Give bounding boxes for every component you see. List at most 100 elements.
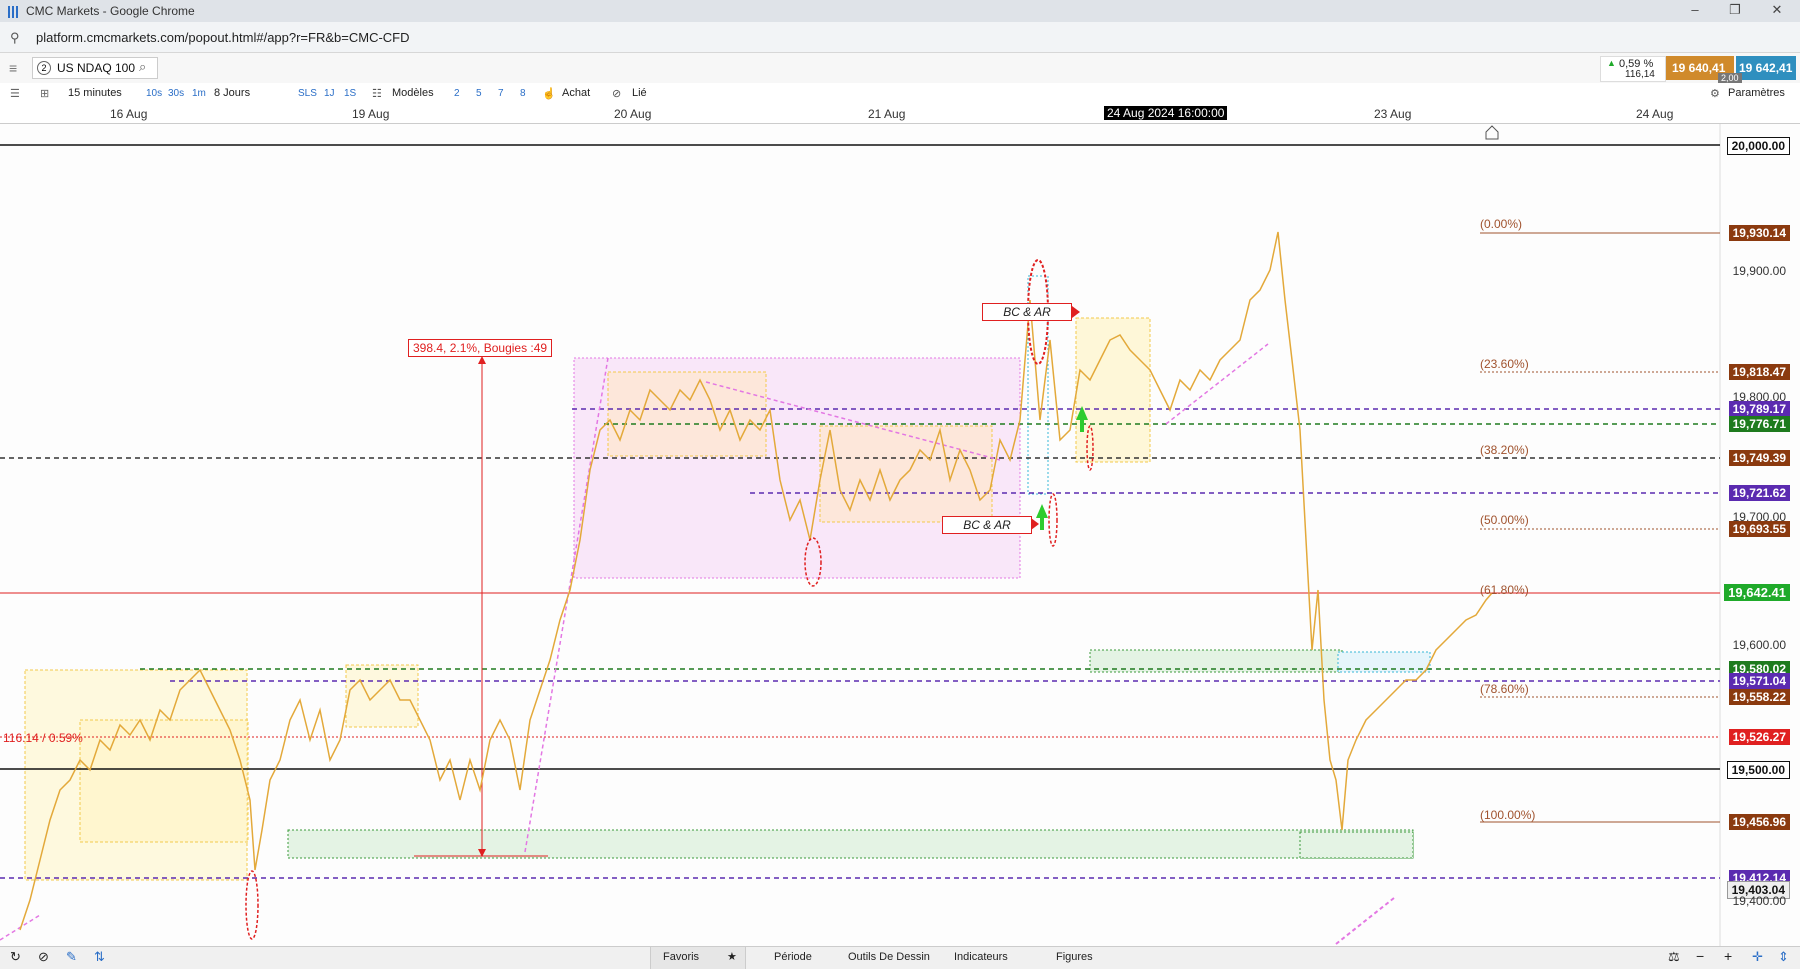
bc-ar-text: BC & AR bbox=[1003, 305, 1051, 319]
crosshair-icon[interactable]: ✛ bbox=[1752, 949, 1763, 965]
url-text[interactable]: platform.cmcmarkets.com/popout.html#/app… bbox=[36, 30, 410, 45]
gear-icon[interactable]: ⚙ bbox=[1710, 87, 1720, 100]
pencil-icon[interactable]: ✎ bbox=[66, 949, 77, 965]
tag-19500: 19,500.00 bbox=[1726, 761, 1790, 779]
app-icon bbox=[8, 5, 18, 18]
site-settings-icon[interactable]: ⚲ bbox=[10, 30, 20, 46]
buy-price: 19 642,41 bbox=[1739, 61, 1793, 75]
star-icon: ★ bbox=[727, 951, 737, 963]
tag-19749: 19,749.39 bbox=[1728, 450, 1790, 466]
menu-icon[interactable]: ≡ bbox=[9, 60, 17, 76]
measure-label[interactable]: 398.4, 2.1%, Bougies :49 bbox=[408, 339, 553, 357]
support-zone-2 bbox=[1299, 831, 1414, 859]
fib-label: (23.60%) bbox=[1480, 357, 1529, 371]
close-icon[interactable]: ✕ bbox=[1762, 2, 1792, 18]
period-1m[interactable]: 1m bbox=[192, 88, 206, 99]
tag-19721: 19,721.62 bbox=[1728, 485, 1790, 501]
timeframe-select[interactable]: 15 minutes bbox=[68, 87, 122, 99]
favorites-tab[interactable]: Favoris ★ bbox=[650, 947, 746, 969]
layout-badge: 2 bbox=[37, 61, 51, 75]
tag-19571: 19,571.04 bbox=[1728, 673, 1790, 689]
bottom-toolbar: ↻ ⊘ ✎ ⇅ Favoris ★ Période Outils De Dess… bbox=[0, 946, 1800, 969]
crosshair-date: 24 Aug 2024 16:00:00 bbox=[1104, 106, 1228, 120]
no-entry-icon[interactable]: ⊘ bbox=[38, 949, 49, 965]
fit-icon[interactable]: ⇕ bbox=[1778, 949, 1789, 965]
tag-19642: 19,642.41 bbox=[1724, 584, 1790, 601]
date-label: 16 Aug bbox=[110, 107, 148, 121]
arrows-icon[interactable]: ⇅ bbox=[94, 949, 105, 965]
range-1j[interactable]: 1J bbox=[324, 88, 335, 99]
accumulation-zone-2 bbox=[79, 719, 249, 843]
price-chart[interactable] bbox=[0, 124, 1800, 946]
date-label: 24 Aug bbox=[1636, 107, 1674, 121]
zoom-out-icon[interactable]: − bbox=[1696, 948, 1704, 964]
range-1s[interactable]: 1S bbox=[344, 88, 356, 99]
refresh-icon[interactable]: ↻ bbox=[10, 949, 21, 965]
period-30s[interactable]: 30s bbox=[168, 88, 184, 99]
up-arrow-icon: ▲ bbox=[1607, 58, 1616, 68]
date-label: 20 Aug bbox=[614, 107, 652, 121]
drawing-tools-tab[interactable]: Outils De Dessin bbox=[848, 951, 930, 963]
tag-19456: 19,456.96 bbox=[1728, 814, 1790, 830]
address-bar[interactable]: ⚲ platform.cmcmarkets.com/popout.html#/a… bbox=[0, 22, 1800, 53]
zoom-in-icon[interactable]: + bbox=[1724, 948, 1732, 964]
fib-label: (0.00%) bbox=[1480, 217, 1523, 231]
link-icon[interactable]: ⊘ bbox=[612, 87, 621, 100]
tag-19818: 19,818.47 bbox=[1728, 364, 1790, 380]
indicators-tab[interactable]: Indicateurs bbox=[954, 951, 1008, 963]
change-points: 116,14 bbox=[1625, 69, 1655, 80]
fib-label: (100.00%) bbox=[1480, 808, 1536, 822]
restore-icon[interactable]: ❐ bbox=[1720, 2, 1750, 18]
browser-titlebar: CMC Markets - Google Chrome – ❐ ✕ bbox=[0, 0, 1800, 22]
range-sls[interactable]: SLS bbox=[298, 88, 317, 99]
price-axis[interactable]: 20,000.00 19,930.14 19,900.00 19,818.47 … bbox=[1720, 124, 1800, 946]
minimize-icon[interactable]: – bbox=[1680, 2, 1710, 17]
tag-19930: 19,930.14 bbox=[1728, 225, 1790, 241]
instrument-selector[interactable]: 2 US NDAQ 100 ⌕ bbox=[32, 57, 158, 79]
consolidation-zone bbox=[345, 664, 419, 728]
count-2[interactable]: 2 bbox=[454, 88, 460, 99]
tick-19600: 19,600.00 bbox=[1732, 638, 1786, 652]
models-icon[interactable]: ☷ bbox=[372, 87, 382, 100]
bc-ar-text: BC & AR bbox=[963, 518, 1011, 532]
date-label: 23 Aug bbox=[1374, 107, 1412, 121]
tag-20000: 20,000.00 bbox=[1726, 137, 1790, 155]
range-select[interactable]: 8 Jours bbox=[214, 87, 250, 99]
period-10s[interactable]: 10s bbox=[146, 88, 162, 99]
list-icon[interactable]: ☰ bbox=[10, 87, 20, 100]
tag-19526: 19,526.27 bbox=[1728, 729, 1790, 745]
support-zone bbox=[287, 829, 1414, 859]
period-tab[interactable]: Période bbox=[774, 951, 812, 963]
bc-ar-label-2[interactable]: BC & AR bbox=[942, 516, 1032, 534]
tick-19900: 19,900.00 bbox=[1732, 264, 1786, 278]
figures-tab[interactable]: Figures bbox=[1056, 951, 1093, 963]
scale-icon[interactable]: ⚖ bbox=[1668, 949, 1680, 965]
buy-hand-icon[interactable]: ☝ bbox=[542, 87, 556, 100]
favorites-label: Favoris bbox=[663, 951, 700, 963]
tick-19400: 19,400.00 bbox=[1732, 894, 1786, 908]
search-icon[interactable]: ⌕ bbox=[139, 59, 146, 75]
fib-label: (38.20%) bbox=[1480, 443, 1529, 457]
window-title: CMC Markets - Google Chrome bbox=[26, 4, 195, 18]
spread-value: 2,00 bbox=[1718, 73, 1742, 83]
buy-mode-button[interactable]: Achat bbox=[562, 87, 590, 99]
count-5[interactable]: 5 bbox=[476, 88, 482, 99]
count-8[interactable]: 8 bbox=[520, 88, 526, 99]
bc-ar-label-1[interactable]: BC & AR bbox=[982, 303, 1072, 321]
models-button[interactable]: Modèles bbox=[392, 87, 434, 99]
tag-19558: 19,558.22 bbox=[1728, 689, 1790, 705]
tag-19776: 19,776.71 bbox=[1728, 416, 1790, 432]
tag-19693: 19,693.55 bbox=[1728, 521, 1790, 537]
settings-button[interactable]: Paramètres bbox=[1728, 87, 1785, 99]
count-7[interactable]: 7 bbox=[498, 88, 504, 99]
date-axis: 16 Aug 19 Aug 20 Aug 21 Aug 24 Aug 2024 … bbox=[0, 105, 1800, 124]
change-line-label: 116.14 / 0.59% bbox=[3, 731, 83, 745]
buy-button[interactable]: 19 642,41 bbox=[1736, 56, 1796, 80]
instrument-name: US NDAQ 100 bbox=[57, 61, 136, 75]
fib-label: (61.80%) bbox=[1480, 583, 1529, 597]
linked-button[interactable]: Lié bbox=[632, 87, 647, 99]
instrument-row: ≡ 2 US NDAQ 100 ⌕ ▲ 0,59 % 116,14 19 640… bbox=[0, 53, 1800, 84]
tag-19789: 19,789.17 bbox=[1728, 401, 1790, 417]
layout-icon[interactable]: ⊞ bbox=[40, 87, 49, 100]
change-box: ▲ 0,59 % 116,14 bbox=[1600, 56, 1666, 82]
